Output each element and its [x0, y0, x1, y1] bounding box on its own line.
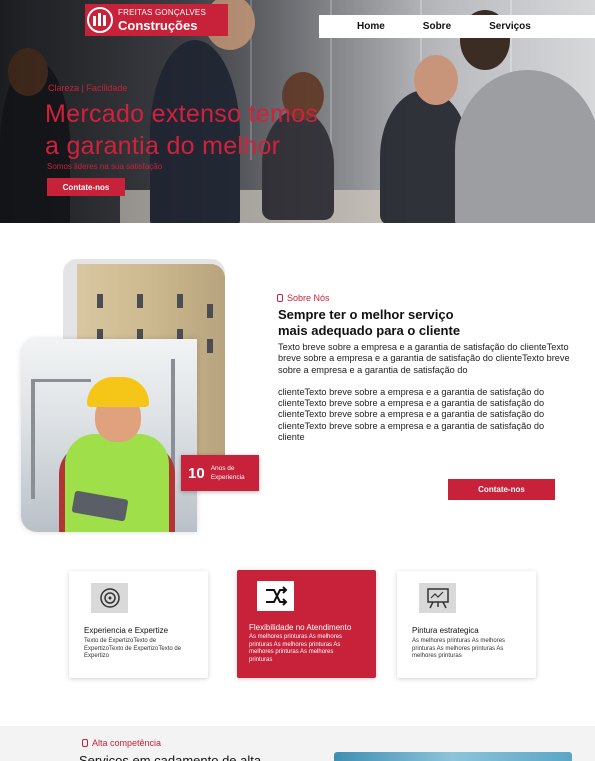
feature-text: Texto de ExpertizoTexto de ExpertizoText…: [84, 638, 182, 659]
about-text: Texto breve sobre a empresa e a garantia…: [278, 342, 570, 454]
badge-text: Anos de Experiencia: [211, 464, 245, 482]
feature-text: As melhores printuras As melhores printu…: [412, 638, 506, 659]
feature-title: Pintura estrategica: [412, 626, 479, 635]
competence-image: [334, 752, 572, 761]
target-icon: [91, 583, 128, 613]
badge-line1: Anos de: [210, 465, 235, 472]
feature-text: As melhores printuras As melhores printu…: [249, 634, 343, 663]
logo-top-text: FREITAS GONÇALVES: [118, 7, 207, 17]
about-title-line2: mais adequado para o cliente: [278, 323, 461, 338]
arrows-icon: [257, 581, 294, 611]
about-paragraph: Texto breve sobre a empresa e a garantia…: [278, 342, 570, 375]
about-contact-button[interactable]: Contate-nos: [448, 479, 555, 500]
logo-text: FREITAS GONÇALVES Construções: [118, 7, 207, 33]
hero-section: FREITAS GONÇALVES Construções Home Sobre…: [0, 0, 595, 223]
main-nav: Home Sobre Serviços: [319, 15, 595, 38]
about-title: Sempre ter o melhor serviço mais adequad…: [278, 307, 538, 339]
competence-title: Serviços em cadamento de alta: [79, 753, 262, 761]
crane-arm: [31, 379, 91, 382]
hero-title: Mercado extenso temos a garantia do melh…: [45, 98, 375, 162]
brand-mark-icon: [82, 739, 88, 747]
hero-subtitle: Somos lideres na sua satisfação: [47, 162, 163, 171]
badge-line2: Experiencia: [210, 474, 245, 481]
landing-page: FREITAS GONÇALVES Construções Home Sobre…: [0, 0, 595, 761]
logo-bottom-text: Construções: [118, 17, 198, 33]
nav-sobre[interactable]: Sobre: [423, 21, 451, 32]
hero-tag: Clareza | Facilidade: [48, 83, 128, 93]
logo-icon: [87, 7, 113, 33]
about-eyebrow-text: Sobre Nós: [287, 293, 330, 303]
brand-mark-icon: [277, 294, 283, 302]
feature-title: Flexibilidade no Atendimento: [249, 623, 352, 632]
experience-badge: 10 Anos de Experiencia: [181, 455, 259, 491]
brand-logo[interactable]: FREITAS GONÇALVES Construções: [85, 4, 228, 36]
easel-icon: [419, 583, 456, 613]
feature-card[interactable]: Pintura estrategica As melhores printura…: [397, 571, 536, 678]
about-eyebrow: Sobre Nós: [277, 293, 330, 303]
nav-home[interactable]: Home: [357, 21, 385, 32]
badge-number: 10: [188, 464, 205, 482]
feature-card[interactable]: Experiencia e Expertize Texto de Experti…: [69, 571, 208, 678]
feature-card-active[interactable]: Flexibilidade no Atendimento As melhores…: [237, 570, 376, 678]
crane: [31, 379, 35, 499]
hero-title-line1: Mercado extenso temos: [45, 100, 319, 128]
hero-title-line2: a garantia do melhor: [45, 132, 281, 160]
feature-title: Experiencia e Expertize: [84, 626, 169, 635]
hard-hat-icon: [87, 377, 149, 407]
competence-eyebrow: Alta competência: [82, 738, 161, 748]
hero-contact-button[interactable]: Contate-nos: [47, 178, 125, 196]
worker-image: [21, 339, 197, 532]
competence-eyebrow-text: Alta competência: [92, 738, 162, 748]
about-title-line1: Sempre ter o melhor serviço: [278, 307, 454, 322]
about-paragraph: clienteTexto breve sobre a empresa e a g…: [278, 386, 545, 443]
nav-servicos[interactable]: Serviços: [489, 21, 531, 32]
